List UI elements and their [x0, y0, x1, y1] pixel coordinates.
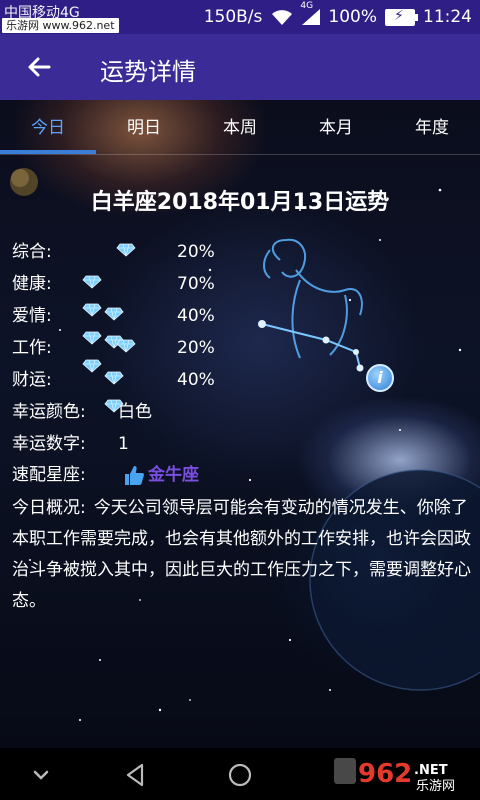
tab-week[interactable]: 本周 [192, 100, 288, 152]
watermark-label: 乐游网 www.962.net [2, 18, 119, 33]
rating-percent: 40% [177, 370, 215, 390]
tab-tomorrow[interactable]: 明日 [96, 100, 192, 152]
match-sign-label: 速配星座: [12, 465, 86, 485]
rating-percent: 20% [177, 338, 215, 358]
back-triangle-icon[interactable] [120, 760, 150, 790]
diamond-rating [82, 275, 105, 373]
horoscope-heading: 白羊座2018年01月13日运势 [90, 190, 390, 215]
diamond-icon [82, 275, 102, 289]
watermark-number: 962 [358, 759, 412, 789]
wifi-icon [272, 10, 293, 25]
diamond-rating [104, 307, 127, 349]
rating-percent: 20% [177, 242, 215, 262]
diamond-icon [116, 243, 136, 257]
site-logo-watermark: 962 .NET 乐游网 [334, 758, 455, 794]
lucky-color-value: 白色 [118, 402, 152, 422]
horoscope-content: 今日 明日 本周 本月 年度 白羊座2018年01月13日运势 综合: 20% … [0, 100, 480, 748]
chevron-down-icon[interactable] [26, 760, 56, 790]
tab-divider [0, 154, 480, 155]
cell-signal-icon: 4G [300, 1, 321, 25]
rating-label: 健康: [12, 274, 52, 294]
rating-label: 财运: [12, 370, 52, 390]
lucky-number-value: 1 [118, 434, 129, 454]
diamond-rating [116, 243, 139, 261]
status-right: 150B/s 4G 100% ⚡ 11:24 [204, 0, 472, 34]
lucky-color-label: 幸运颜色: [12, 402, 86, 422]
thumbs-up-icon [125, 466, 144, 485]
match-sign-row: 速配星座: 金牛座 [12, 461, 312, 489]
diamond-icon [116, 339, 136, 353]
home-circle-icon[interactable] [225, 760, 255, 790]
battery-icon: ⚡ [385, 8, 418, 26]
rating-percent: 40% [177, 306, 215, 326]
overview-label: 今日概况: [12, 498, 86, 518]
network-speed: 150B/s [203, 7, 263, 27]
info-icon[interactable]: i [366, 364, 394, 392]
diamond-icon [82, 359, 102, 373]
battery-percent: 100% [328, 7, 377, 27]
app-bar: 运势详情 [0, 34, 480, 100]
status-bar: 中国移动4G 乐游网 www.962.net 150B/s 4G 100% ⚡ … [0, 0, 480, 34]
diamond-icon [104, 371, 124, 385]
overview-paragraph: 今日概况: 今天公司领导层可能会有变动的情况发生、你除了本职工作需要完成，也会有其… [12, 493, 472, 617]
rating-percent: 70% [177, 274, 215, 294]
arrow-left-icon[interactable] [22, 50, 56, 84]
period-tabs: 今日 明日 本周 本月 年度 [0, 100, 480, 156]
clock: 11:24 [423, 7, 472, 27]
tab-today[interactable]: 今日 [0, 100, 96, 152]
rating-label: 综合: [12, 242, 52, 262]
diamond-icon [82, 331, 102, 345]
signal-type-label: 4G [300, 1, 314, 11]
tab-year[interactable]: 年度 [384, 100, 480, 152]
tab-month[interactable]: 本月 [288, 100, 384, 152]
watermark-tld: .NET [414, 763, 448, 778]
lucky-number-label: 幸运数字: [12, 434, 86, 454]
match-sign-value[interactable]: 金牛座 [148, 461, 199, 489]
rating-label: 爱情: [12, 306, 52, 326]
watermark-cn: 乐游网 [416, 779, 455, 794]
rating-label: 工作: [12, 338, 52, 358]
diamond-icon [82, 303, 102, 317]
diamond-rating [104, 371, 127, 413]
diamond-rating [116, 339, 139, 357]
diamond-icon [104, 307, 124, 321]
page-title: 运势详情 [100, 58, 196, 86]
